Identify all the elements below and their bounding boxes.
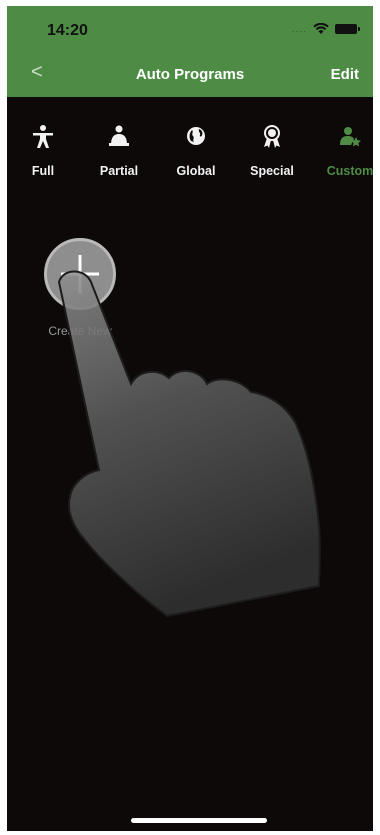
create-new-label: Create New (48, 324, 112, 338)
create-new-circle[interactable] (44, 238, 116, 310)
tab-custom-label: Custom (326, 164, 373, 178)
globe-icon (187, 127, 205, 145)
status-time: 14:20 (47, 22, 88, 39)
header-bar: 14:20 .... < Auto Programs Edit (7, 6, 373, 97)
award-icon (264, 125, 280, 148)
app-screen: 14:20 .... < Auto Programs Edit Full Par… (7, 6, 373, 831)
tab-special[interactable]: Special (234, 124, 310, 178)
home-indicator (131, 818, 267, 823)
partial-body-icon (109, 125, 129, 146)
tab-full[interactable]: Full (7, 124, 81, 178)
tab-full-label: Full (31, 164, 55, 178)
tab-global-label: Global (176, 164, 216, 178)
create-new-button[interactable]: Create New (35, 238, 125, 338)
plus-icon (61, 255, 99, 293)
tab-custom[interactable]: Custom (312, 124, 373, 178)
full-body-icon (33, 125, 53, 148)
edit-button[interactable]: Edit (331, 66, 359, 83)
page-title: Auto Programs (135, 66, 245, 83)
wifi-icon (313, 23, 329, 34)
tab-partial[interactable]: Partial (81, 124, 157, 178)
custom-user-icon (340, 127, 361, 147)
tab-special-label: Special (250, 164, 294, 178)
signal-dots: .... (291, 23, 307, 35)
tab-global[interactable]: Global (158, 124, 234, 178)
category-tabs: Full Partial Global Special Custom (7, 124, 373, 188)
battery-icon (335, 24, 360, 34)
tab-partial-label: Partial (99, 164, 139, 178)
status-icons: .... (291, 23, 360, 35)
